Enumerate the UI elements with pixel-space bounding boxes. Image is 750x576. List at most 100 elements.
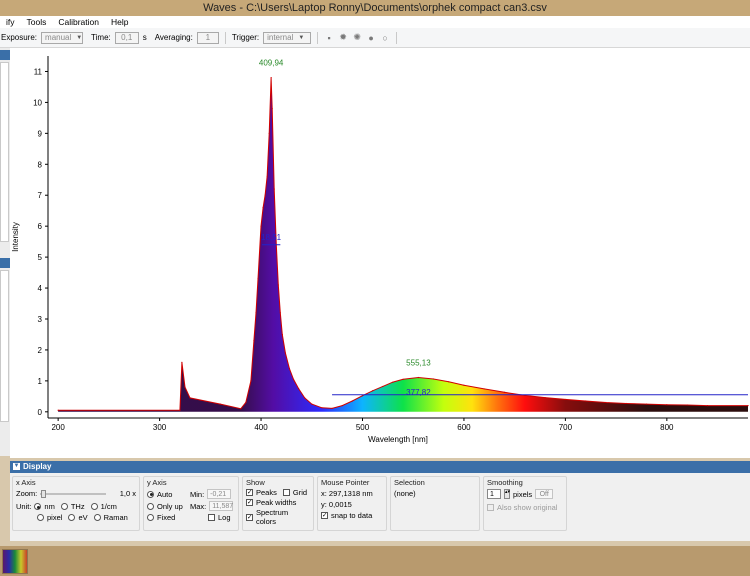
y-tick-label: 0 xyxy=(38,408,43,417)
data-point xyxy=(417,376,420,379)
time-input[interactable]: 0,1 xyxy=(114,31,139,44)
spectrum-colors-label: Spectrum colors xyxy=(256,508,289,526)
left-panel-header[interactable] xyxy=(0,50,10,60)
menu-bar: ify Tools Calibration Help xyxy=(0,16,750,28)
unit-radio-ev[interactable] xyxy=(68,514,76,521)
data-point xyxy=(184,386,186,388)
save-icon[interactable]: ▪ xyxy=(324,33,334,43)
menu-item-calibration[interactable]: Calibration xyxy=(52,17,105,27)
y-radio-auto[interactable] xyxy=(147,490,154,498)
y-axis-label: Intensity xyxy=(11,222,20,252)
toolbar-separator xyxy=(224,31,226,44)
data-point xyxy=(625,402,627,405)
averaging-input[interactable]: 1 xyxy=(196,31,219,44)
display-panel: x Axis Zoom: 1,0 x Unit: nm THz 1/cm pix… xyxy=(10,473,750,541)
record-ring-icon[interactable]: ○ xyxy=(380,33,390,43)
y-tick-label: 5 xyxy=(38,253,43,262)
zoom-slider-thumb[interactable] xyxy=(41,489,47,498)
y-radio-fixed[interactable] xyxy=(147,514,154,521)
y-min-label: Min: xyxy=(190,489,205,499)
data-point xyxy=(270,77,272,79)
data-point xyxy=(277,284,279,286)
mouse-x-readout: x: 297,1318 nm xyxy=(321,489,373,498)
waves-app-taskbar-icon[interactable] xyxy=(2,549,28,574)
zoom-label: Zoom: xyxy=(16,489,38,498)
data-point xyxy=(321,407,323,409)
menu-item-modify[interactable]: ify xyxy=(0,17,21,27)
spectrum-chart[interactable]: 200 300 400 500 600 700 800 0 1 2 3 4 5 6 7 8 9 10 11 409,… xyxy=(10,48,750,458)
sun-outline-icon[interactable]: ✺ xyxy=(352,32,362,43)
menu-item-tools[interactable]: Tools xyxy=(21,17,53,27)
unit-label: Unit: xyxy=(16,502,32,511)
also-show-original-label: Also show original xyxy=(497,503,558,512)
show-group-title: Show xyxy=(246,478,265,487)
data-point xyxy=(382,385,384,388)
zoom-slider-track xyxy=(40,492,107,495)
averaging-input-value: 1 xyxy=(205,33,211,42)
display-panel-header[interactable]: ▼ Display xyxy=(10,461,750,473)
chevron-down-icon: ▼ xyxy=(76,34,83,41)
unit-radio-pixel[interactable] xyxy=(37,514,44,521)
unit-option-label: THz xyxy=(70,502,85,511)
y-min-field[interactable]: -0,21 xyxy=(207,489,232,499)
data-point xyxy=(402,378,404,380)
data-point xyxy=(179,409,181,411)
data-point xyxy=(219,403,222,405)
also-show-original-checkbox[interactable] xyxy=(487,504,494,511)
unit-radio-nm[interactable] xyxy=(34,503,42,510)
y-radio-only-up[interactable] xyxy=(147,502,154,510)
peaks-checkbox[interactable]: ✓ xyxy=(246,489,253,496)
left-panel-list[interactable] xyxy=(0,62,9,242)
smoothing-group-title: Smoothing xyxy=(487,478,523,487)
peak-widths-checkbox[interactable]: ✓ xyxy=(246,499,253,506)
smoothing-group: Smoothing 1 ▴▾ pixels Off Also show orig… xyxy=(483,476,567,531)
y-tick-label: 2 xyxy=(38,346,43,355)
peak-width-label: 18,51 xyxy=(261,233,282,242)
smoothing-off-button[interactable]: Off xyxy=(535,489,554,499)
chevron-down-icon: ▼ xyxy=(298,34,305,41)
data-point xyxy=(250,380,252,382)
unit-radio-1cm[interactable] xyxy=(90,503,98,510)
data-point xyxy=(341,405,343,407)
grid-checkbox[interactable] xyxy=(282,489,290,496)
data-point xyxy=(240,408,242,410)
trigger-label: Trigger: xyxy=(231,33,260,42)
selection-group: Selection (none) xyxy=(390,476,480,531)
data-point xyxy=(432,378,435,380)
record-dot-icon[interactable]: ● xyxy=(366,33,376,43)
data-point xyxy=(304,397,306,399)
data-point xyxy=(747,405,749,407)
exposure-label: Exposure: xyxy=(1,33,38,42)
show-group: Show ✓ Peaks Grid ✓ Peak widths ✓ Spectrum … xyxy=(242,476,314,531)
data-point xyxy=(564,398,566,401)
data-point xyxy=(361,395,364,397)
data-point xyxy=(351,400,353,402)
spectrum-colors-checkbox[interactable]: ✓ xyxy=(246,513,253,521)
spectrum-plot[interactable]: 200 300 400 500 600 700 800 0 1 2 3 4 5 6 7 8 9 10 11 409,… xyxy=(10,48,750,458)
y-max-field[interactable]: 11,587 xyxy=(209,501,234,511)
data-point xyxy=(260,225,262,227)
data-point xyxy=(463,384,465,386)
collapse-icon[interactable]: ▼ xyxy=(13,463,20,471)
smoothing-input[interactable]: 1 xyxy=(487,489,501,499)
y-tick-label: 8 xyxy=(38,160,43,169)
menu-item-help[interactable]: Help xyxy=(105,17,134,27)
exposure-select[interactable]: manual ▼ xyxy=(41,31,84,44)
data-point xyxy=(448,381,450,383)
data-point xyxy=(645,403,648,405)
left-panel-header[interactable] xyxy=(0,258,10,268)
zoom-slider[interactable] xyxy=(40,489,107,498)
unit-radio-raman[interactable] xyxy=(93,514,101,521)
data-point xyxy=(57,409,59,411)
y-log-checkbox[interactable] xyxy=(208,514,215,521)
data-point xyxy=(686,404,688,406)
trigger-select-value: internal xyxy=(267,33,294,42)
left-panel-list[interactable] xyxy=(0,270,9,422)
data-point xyxy=(257,278,259,280)
snap-to-data-checkbox[interactable]: ✓ xyxy=(321,512,328,519)
grid-label: Grid xyxy=(292,488,308,497)
trigger-select[interactable]: internal ▼ xyxy=(263,31,312,44)
unit-radio-thz[interactable] xyxy=(60,503,68,510)
sun-icon[interactable]: ✹ xyxy=(338,32,348,43)
smoothing-spinner-icon[interactable]: ▴▾ xyxy=(504,489,510,499)
